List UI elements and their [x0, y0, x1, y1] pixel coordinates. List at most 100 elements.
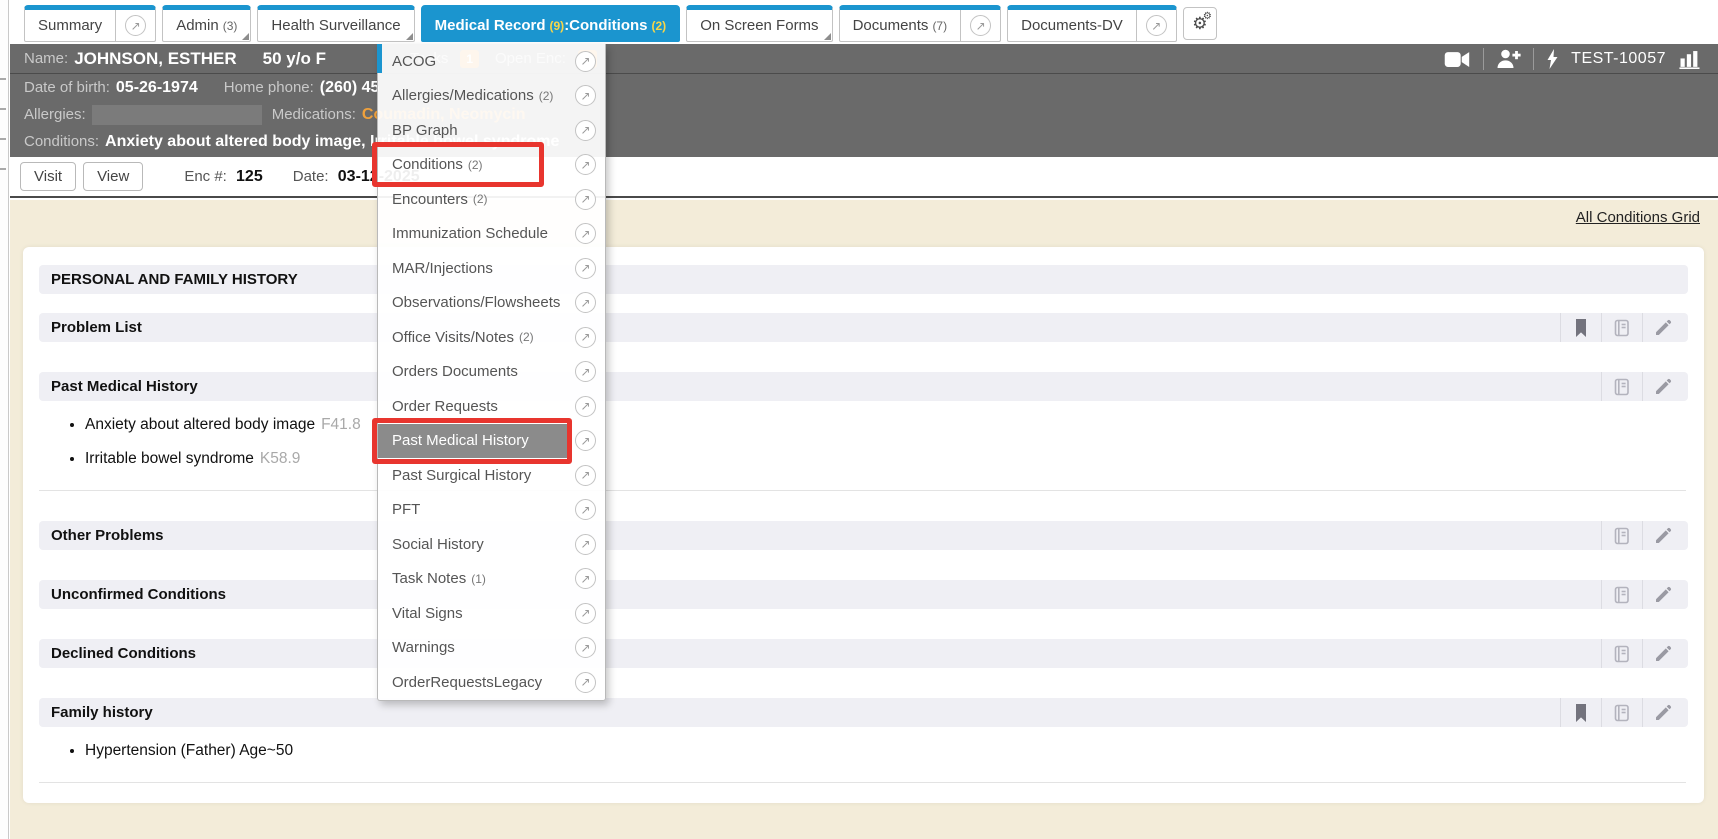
add-user-icon[interactable] [1496, 49, 1521, 69]
video-camera-icon[interactable] [1444, 51, 1471, 68]
open-in-new-icon[interactable]: ↗ [575, 361, 596, 382]
open-in-new-icon[interactable]: ↗ [575, 51, 596, 72]
open-in-new-icon[interactable]: ↗ [575, 637, 596, 658]
allergies-label: Allergies: [24, 106, 86, 123]
book-icon[interactable] [1601, 639, 1642, 668]
section-past-medical-history: Past Medical History Anxiety about alter… [39, 372, 1688, 491]
menu-item-social-history[interactable]: Social History↗ [378, 527, 605, 562]
left-gutter[interactable] [0, 0, 9, 839]
tab-health-surveillance-label: Health Surveillance [258, 10, 413, 41]
section-title: Unconfirmed Conditions [51, 586, 226, 603]
patient-dob: 05-26-1974 [116, 79, 198, 97]
tab-admin-count: (3) [223, 19, 238, 33]
section-header: Problem List [39, 313, 1688, 342]
open-in-new-icon[interactable]: ↗ [575, 327, 596, 348]
book-icon[interactable] [1601, 313, 1642, 342]
menu-item-conditions[interactable]: Conditions(2)↗ [378, 148, 605, 183]
chart-icon[interactable] [1678, 50, 1702, 69]
open-in-new-icon[interactable]: ↗ [575, 258, 596, 279]
menu-item-office-visits-notes[interactable]: Office Visits/Notes(2)↗ [378, 320, 605, 355]
open-in-new-icon[interactable]: ↗ [575, 465, 596, 486]
bookmark-icon[interactable] [1560, 313, 1601, 342]
menu-item-allergies-medications[interactable]: Allergies/Medications(2)↗ [378, 79, 605, 114]
open-in-new-icon[interactable]: ↗ [575, 499, 596, 520]
open-in-new-icon[interactable]: ↗ [575, 189, 596, 210]
settings-button[interactable]: ⚙⚙ [1183, 7, 1217, 40]
open-in-new-icon[interactable]: ↗ [575, 154, 596, 175]
menu-item-orders-documents[interactable]: Orders Documents↗ [378, 355, 605, 390]
list-item: Anxiety about altered body imageF41.8 [85, 416, 1670, 434]
section-title: Other Problems [51, 527, 164, 544]
lightning-bolt-icon[interactable] [1546, 49, 1559, 69]
tab-on-screen-forms[interactable]: On Screen Forms [686, 5, 832, 42]
visit-button[interactable]: Visit [20, 162, 76, 191]
book-icon[interactable] [1601, 698, 1642, 727]
tab-documents-dv[interactable]: Documents-DV ↗ [1007, 5, 1177, 42]
tab-documents[interactable]: Documents(7) ↗ [839, 5, 1002, 42]
enc-date-label: Date: [293, 168, 329, 185]
book-icon[interactable] [1601, 521, 1642, 550]
gutter-tick [0, 78, 6, 80]
menu-item-mar-injections[interactable]: MAR/Injections↗ [378, 251, 605, 286]
open-in-new-icon[interactable]: ↗ [575, 568, 596, 589]
menu-item-orderrequestslegacy[interactable]: OrderRequestsLegacy↗ [378, 665, 605, 700]
patient-age-sex: 50 y/o F [263, 49, 326, 69]
menu-item-past-surgical-history[interactable]: Past Surgical History↗ [378, 458, 605, 493]
open-in-new-icon[interactable]: ↗ [575, 672, 596, 693]
patient-home-phone: (260) 45 [320, 79, 380, 97]
gutter-tick [0, 108, 6, 110]
pencil-icon[interactable] [1642, 639, 1683, 668]
tab-summary[interactable]: Summary ↗ [24, 5, 156, 42]
bookmark-icon[interactable] [1560, 698, 1601, 727]
menu-item-vital-signs[interactable]: Vital Signs↗ [378, 596, 605, 631]
tab-admin[interactable]: Admin(3) [162, 5, 251, 42]
open-in-new-icon: ↗ [125, 15, 146, 36]
open-in-new-icon[interactable]: ↗ [575, 534, 596, 555]
divider [1533, 48, 1534, 70]
divider [1483, 48, 1484, 70]
active-tab-edge [377, 44, 382, 73]
pencil-icon[interactable] [1642, 313, 1683, 342]
tab-documents-dv-open-new[interactable]: ↗ [1136, 10, 1176, 41]
view-button[interactable]: View [83, 162, 143, 191]
menu-item-task-notes[interactable]: Task Notes(1)↗ [378, 562, 605, 597]
book-icon[interactable] [1601, 372, 1642, 401]
section-family-history: Family history Hypertension (Father) Age… [39, 698, 1688, 783]
section-header: Past Medical History [39, 372, 1688, 401]
open-in-new-icon[interactable]: ↗ [575, 292, 596, 313]
open-in-new-icon[interactable]: ↗ [575, 223, 596, 244]
menu-item-past-medical-history[interactable]: Past Medical History↗ [378, 424, 605, 459]
open-in-new-icon[interactable]: ↗ [575, 396, 596, 417]
all-conditions-grid-link[interactable]: All Conditions Grid [1576, 209, 1700, 226]
menu-item-observations-flowsheets[interactable]: Observations/Flowsheets↗ [378, 286, 605, 321]
tab-documents-open-new[interactable]: ↗ [960, 10, 1000, 41]
menu-item-warnings[interactable]: Warnings↗ [378, 631, 605, 666]
menu-item-acog[interactable]: ACOG↗ [378, 44, 605, 79]
tab-on-screen-forms-label: On Screen Forms [687, 10, 831, 41]
patient-dob-row: Date of birth: 05-26-1974 Home phone: (2… [10, 74, 1718, 101]
past-medical-history-list: Anxiety about altered body imageF41.8 Ir… [39, 401, 1686, 491]
open-in-new-icon[interactable]: ↗ [575, 120, 596, 141]
open-in-new-icon[interactable]: ↗ [575, 603, 596, 624]
menu-item-pft[interactable]: PFT↗ [378, 493, 605, 528]
pencil-icon[interactable] [1642, 372, 1683, 401]
name-label: Name: [24, 50, 68, 67]
pencil-icon[interactable] [1642, 698, 1683, 727]
tab-summary-open-new[interactable]: ↗ [115, 10, 155, 41]
dob-label: Date of birth: [24, 79, 110, 96]
section-title: Declined Conditions [51, 645, 196, 662]
open-in-new-icon[interactable]: ↗ [575, 85, 596, 106]
tab-medical-record[interactable]: Medical Record(9):Conditions(2) [421, 5, 681, 42]
menu-item-immunization-schedule[interactable]: Immunization Schedule↗ [378, 217, 605, 252]
tab-health-surveillance[interactable]: Health Surveillance [257, 5, 414, 42]
open-in-new-icon[interactable]: ↗ [575, 430, 596, 451]
menu-item-bp-graph[interactable]: BP Graph↗ [378, 113, 605, 148]
menu-item-encounters[interactable]: Encounters(2)↗ [378, 182, 605, 217]
pencil-icon[interactable] [1642, 580, 1683, 609]
menu-item-order-requests[interactable]: Order Requests↗ [378, 389, 605, 424]
book-icon[interactable] [1601, 580, 1642, 609]
enc-number-value: 125 [236, 168, 263, 185]
section-title: Family history [51, 704, 153, 721]
conditions-label: Conditions: [24, 133, 99, 150]
pencil-icon[interactable] [1642, 521, 1683, 550]
